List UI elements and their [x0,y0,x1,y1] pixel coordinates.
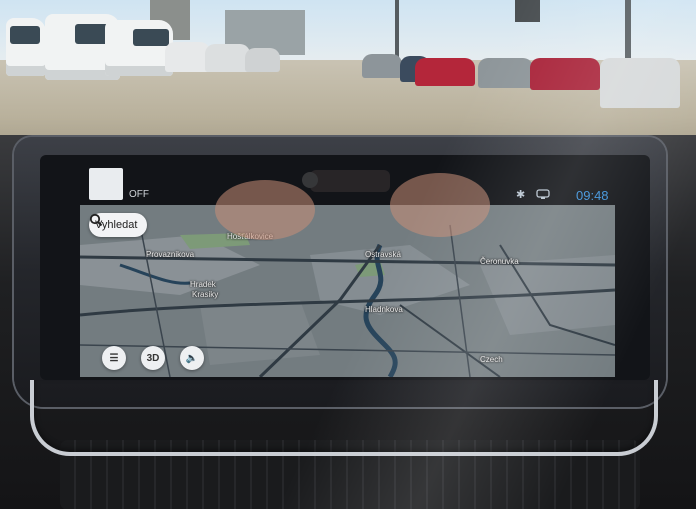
menu-icon: ☰ [109,352,119,364]
sound-button[interactable]: 🔈 [180,346,204,370]
bluetooth-icon: ✱ [516,189,526,201]
car [245,48,280,72]
car [530,58,600,90]
map-place-label: Provaznikova [146,250,195,259]
van [6,18,46,76]
chrome-trim [30,380,658,456]
map-place-label: Ostravská [365,250,402,259]
sign [515,0,540,22]
map-place-label: Hošťálkovice [227,232,274,241]
car [165,42,210,72]
app-state-label: OFF [129,189,149,200]
car [478,58,533,88]
lamp-pole [395,0,399,60]
car [205,44,250,72]
car [415,58,475,86]
car [362,54,402,78]
status-bar: OFF ✱ 09:48 [40,155,650,205]
map-place-label: Hradek [190,280,216,289]
van [105,20,173,76]
search-button[interactable]: Vyhledat [89,213,148,237]
view-mode-button[interactable]: 3D [141,346,165,370]
connected-device-icon [536,188,550,203]
volume-icon: 🔈 [185,352,199,364]
map-place-label: Czech [480,355,503,364]
map-place-label: Krasiky [192,290,219,299]
map-place-label: Hladnkova [365,305,403,314]
infotainment-screen: OFF ✱ 09:48 Hošťálkovice Provaznikova Os… [40,155,650,380]
map-place-label: Čeronuvka [480,257,519,266]
menu-button[interactable]: ☰ [102,346,126,370]
view-mode-label: 3D [146,352,160,364]
app-switch-button[interactable] [89,168,123,200]
clock: 09:48 [576,188,609,203]
navigation-map[interactable]: Hošťálkovice Provaznikova Ostravská Čero… [80,205,615,377]
car [600,58,680,108]
search-icon [89,213,103,227]
